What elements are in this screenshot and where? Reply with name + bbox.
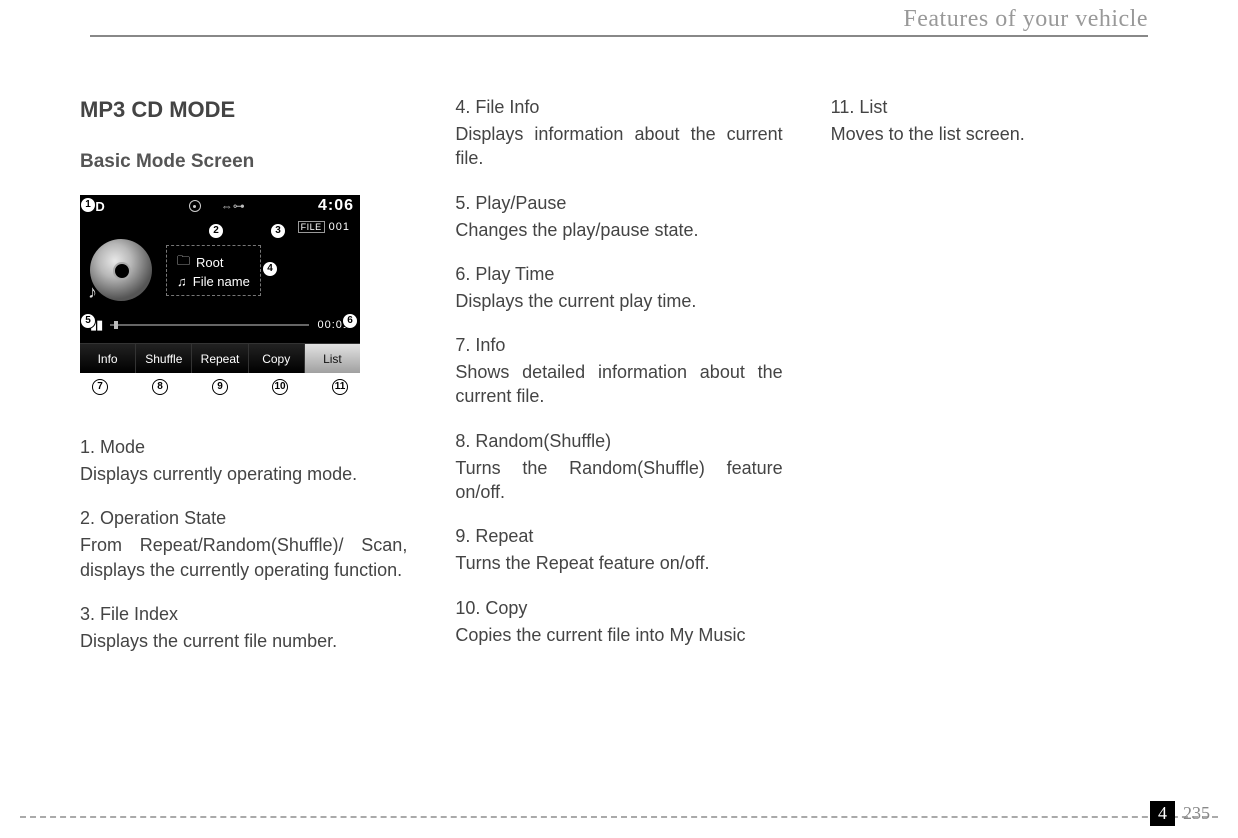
footer-chapter: 4 [1150, 801, 1175, 826]
callout-2: 2 [208, 223, 224, 239]
item-2: 2. Operation State From Repeat/Random(Sh… [80, 508, 407, 582]
footer-numbers: 4 235 [1150, 801, 1210, 826]
section-title: MP3 CD MODE [80, 97, 407, 123]
item-3-title: 3. File Index [80, 604, 407, 625]
menu-copy[interactable]: Copy [249, 344, 305, 373]
menu-info[interactable]: Info [80, 344, 136, 373]
callout-9: 9 [212, 379, 228, 395]
footer-page: 235 [1175, 801, 1210, 826]
item-3: 3. File Index Displays the current file … [80, 604, 407, 653]
column-1: MP3 CD MODE Basic Mode Screen 1 2 3 4 5 … [80, 97, 407, 675]
music-file-icon: ♫ [177, 274, 187, 289]
screenshot-menu: Info Shuffle Repeat Copy List [80, 343, 360, 373]
folder-row: 🗀 Root [177, 252, 250, 274]
item-5-desc: Changes the play/pause state. [455, 218, 782, 242]
manual-page: Features of your vehicle MP3 CD MODE Bas… [0, 0, 1238, 838]
menu-list[interactable]: List [305, 344, 360, 373]
callout-5: 5 [80, 313, 96, 329]
footer-rule [20, 816, 1218, 818]
item-10-desc: Copies the current file into My Music [455, 623, 782, 647]
item-11-title: 11. List [831, 97, 1158, 118]
folder-icon: 🗀 [177, 252, 190, 274]
item-5: 5. Play/Pause Changes the play/pause sta… [455, 193, 782, 242]
page-header: Features of your vehicle [80, 0, 1158, 37]
menu-shuffle[interactable]: Shuffle [136, 344, 192, 373]
item-10-title: 10. Copy [455, 598, 782, 619]
clock-label: 4:06 [318, 197, 354, 215]
item-1: 1. Mode Displays currently operating mod… [80, 437, 407, 486]
folder-name: Root [196, 255, 223, 270]
file-row: ♫ File name [177, 274, 250, 289]
item-9-title: 9. Repeat [455, 526, 782, 547]
item-8-title: 8. Random(Shuffle) [455, 431, 782, 452]
header-title: Features of your vehicle [80, 6, 1148, 33]
page-footer: 4 235 [0, 816, 1238, 824]
item-9: 9. Repeat Turns the Repeat feature on/of… [455, 526, 782, 575]
callouts-below-row: 7 8 9 10 11 [80, 373, 360, 395]
callout-7: 7 [92, 379, 108, 395]
music-note-icon: ♪ [88, 282, 97, 303]
item-6-title: 6. Play Time [455, 264, 782, 285]
menu-repeat[interactable]: Repeat [192, 344, 248, 373]
screenshot-topbar: CD ⇔⊶ 4:06 [80, 195, 360, 217]
item-4: 4. File Info Displays information about … [455, 97, 782, 171]
cd-art-icon: ♪ [90, 239, 152, 301]
item-5-title: 5. Play/Pause [455, 193, 782, 214]
file-name: File name [193, 274, 250, 289]
item-4-title: 4. File Info [455, 97, 782, 118]
item-3-desc: Displays the current file number. [80, 629, 407, 653]
subsection-title: Basic Mode Screen [80, 151, 407, 173]
item-7: 7. Info Shows detailed information about… [455, 335, 782, 409]
item-11-desc: Moves to the list screen. [831, 122, 1158, 146]
content-columns: MP3 CD MODE Basic Mode Screen 1 2 3 4 5 … [80, 37, 1158, 675]
progress-row: ▮▮ 00:01 [90, 317, 350, 333]
item-11: 11. List Moves to the list screen. [831, 97, 1158, 146]
callout-1: 1 [80, 197, 96, 213]
usb-icon: ⇔⊶ [221, 199, 245, 213]
progress-bar [110, 324, 309, 326]
file-info-box: 🗀 Root ♫ File name [166, 245, 261, 296]
disc-icon [189, 200, 201, 212]
item-8-desc: Turns the Random(Shuffle) feature on/off… [455, 456, 782, 505]
screenshot-body: ♪ 🗀 Root ♫ File name [90, 231, 350, 309]
item-8: 8. Random(Shuffle) Turns the Random(Shuf… [455, 431, 782, 505]
mode-screen-screenshot: 1 2 3 4 5 6 CD ⇔⊶ 4:06 FILE 001 [80, 195, 360, 373]
callout-8: 8 [152, 379, 168, 395]
item-2-title: 2. Operation State [80, 508, 407, 529]
callout-3: 3 [270, 223, 286, 239]
item-2-desc: From Repeat/Random(Shuffle)/ Scan, displ… [80, 533, 407, 582]
callout-4: 4 [262, 261, 278, 277]
item-1-title: 1. Mode [80, 437, 407, 458]
mode-screen-figure: 1 2 3 4 5 6 CD ⇔⊶ 4:06 FILE 001 [80, 195, 360, 395]
callout-11: 11 [332, 379, 348, 395]
item-1-desc: Displays currently operating mode. [80, 462, 407, 486]
column-2: 4. File Info Displays information about … [455, 97, 782, 675]
callout-10: 10 [272, 379, 288, 395]
column-3: 11. List Moves to the list screen. [831, 97, 1158, 675]
item-10: 10. Copy Copies the current file into My… [455, 598, 782, 647]
item-4-desc: Displays information about the current f… [455, 122, 782, 171]
callout-6: 6 [342, 313, 358, 329]
item-7-title: 7. Info [455, 335, 782, 356]
item-6: 6. Play Time Displays the current play t… [455, 264, 782, 313]
item-9-desc: Turns the Repeat feature on/off. [455, 551, 782, 575]
item-7-desc: Shows detailed information about the cur… [455, 360, 782, 409]
item-6-desc: Displays the current play time. [455, 289, 782, 313]
